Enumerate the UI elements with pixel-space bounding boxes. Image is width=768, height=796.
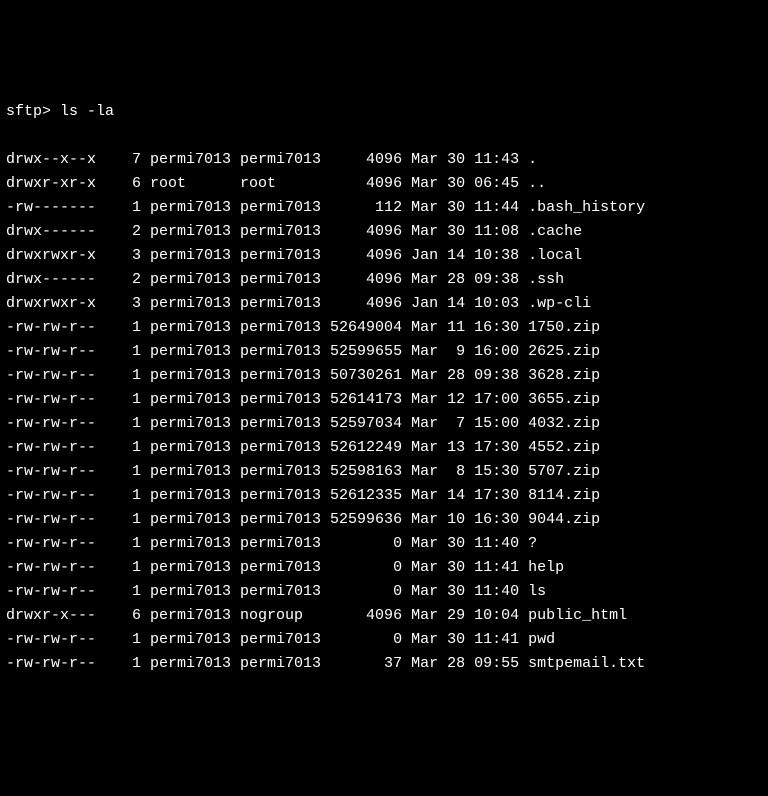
prompt-text: sftp> — [6, 103, 51, 120]
listing-row: -rw-rw-r-- 1 permi7013 permi7013 0 Mar 3… — [6, 628, 762, 652]
listing-row: -rw-rw-r-- 1 permi7013 permi7013 5259965… — [6, 340, 762, 364]
listing-row: -rw-rw-r-- 1 permi7013 permi7013 0 Mar 3… — [6, 532, 762, 556]
listing-row: drwxrwxr-x 3 permi7013 permi7013 4096 Ja… — [6, 292, 762, 316]
listing-row: drwxrwxr-x 3 permi7013 permi7013 4096 Ja… — [6, 244, 762, 268]
listing-row: -rw-rw-r-- 1 permi7013 permi7013 0 Mar 3… — [6, 580, 762, 604]
listing-row: -rw------- 1 permi7013 permi7013 112 Mar… — [6, 196, 762, 220]
listing-row: -rw-rw-r-- 1 permi7013 permi7013 5259816… — [6, 460, 762, 484]
listing-row: -rw-rw-r-- 1 permi7013 permi7013 37 Mar … — [6, 652, 762, 676]
terminal-prompt-line[interactable]: sftp> ls -la — [6, 100, 762, 124]
listing-row: -rw-rw-r-- 1 permi7013 permi7013 5259703… — [6, 412, 762, 436]
listing-row: -rw-rw-r-- 1 permi7013 permi7013 5264900… — [6, 316, 762, 340]
listing-row: drwxr-x--- 6 permi7013 nogroup 4096 Mar … — [6, 604, 762, 628]
listing-row: drwxr-xr-x 6 root root 4096 Mar 30 06:45… — [6, 172, 762, 196]
listing-row: drwx------ 2 permi7013 permi7013 4096 Ma… — [6, 220, 762, 244]
listing-row: -rw-rw-r-- 1 permi7013 permi7013 0 Mar 3… — [6, 556, 762, 580]
listing-row: -rw-rw-r-- 1 permi7013 permi7013 5261233… — [6, 484, 762, 508]
directory-listing: drwx--x--x 7 permi7013 permi7013 4096 Ma… — [6, 148, 762, 676]
command-text: ls -la — [60, 103, 114, 120]
listing-row: -rw-rw-r-- 1 permi7013 permi7013 5073026… — [6, 364, 762, 388]
listing-row: drwx--x--x 7 permi7013 permi7013 4096 Ma… — [6, 148, 762, 172]
listing-row: -rw-rw-r-- 1 permi7013 permi7013 5261224… — [6, 436, 762, 460]
listing-row: drwx------ 2 permi7013 permi7013 4096 Ma… — [6, 268, 762, 292]
listing-row: -rw-rw-r-- 1 permi7013 permi7013 5259963… — [6, 508, 762, 532]
listing-row: -rw-rw-r-- 1 permi7013 permi7013 5261417… — [6, 388, 762, 412]
